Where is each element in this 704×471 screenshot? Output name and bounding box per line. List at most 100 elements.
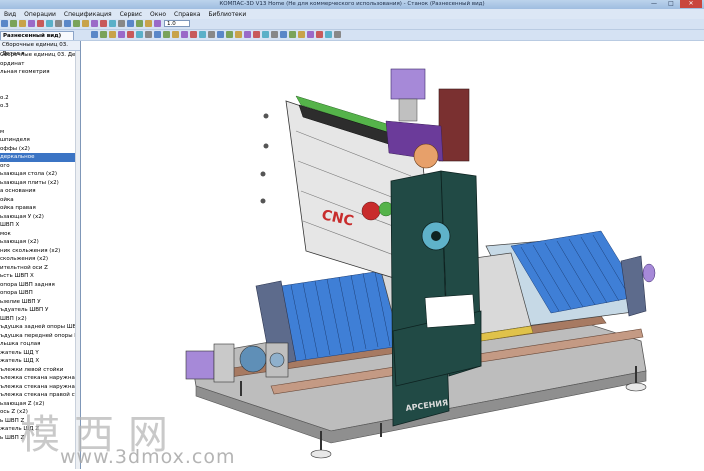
tree-item[interactable]: льная геометрия (0, 68, 76, 77)
toolbar-button-icon[interactable] (109, 31, 116, 38)
zoom-input[interactable]: 1.0 (164, 20, 190, 27)
tree-item[interactable]: оффы (х2) (0, 145, 76, 154)
tree-item[interactable]: ълежки левой стойки (0, 366, 76, 375)
toolbar-button-icon[interactable] (73, 20, 80, 27)
toolbar-button-icon[interactable] (127, 31, 134, 38)
toolbar-button-icon[interactable] (64, 20, 71, 27)
toolbar-button-icon[interactable] (208, 31, 215, 38)
toolbar-button-icon[interactable] (199, 31, 206, 38)
toolbar-button-icon[interactable] (154, 31, 161, 38)
tree-item[interactable]: ьсть ШВП Х (0, 272, 76, 281)
toolbar-button-icon[interactable] (253, 31, 260, 38)
toolbar-button-icon[interactable] (298, 31, 305, 38)
tree-item[interactable]: ълежка стекана правой стойки (0, 391, 76, 400)
tree-item[interactable]: жатель ШД X (0, 357, 76, 366)
tree-item[interactable]: ълежка стекана наружная (0, 374, 76, 383)
tree-item[interactable] (0, 77, 76, 86)
menu-help[interactable]: Справка (170, 11, 204, 18)
tree-item[interactable]: о.2 (0, 94, 76, 103)
toolbar-button-icon[interactable] (217, 31, 224, 38)
menu-libraries[interactable]: Библиотеки (204, 11, 250, 18)
toolbar-button-icon[interactable] (100, 31, 107, 38)
tree-panel-header[interactable]: Сборочные единиц 03. Детал ▾ (0, 41, 80, 57)
toolbar-button-icon[interactable] (127, 20, 134, 27)
tree-item[interactable] (0, 119, 76, 128)
tree-item[interactable]: м (0, 128, 76, 137)
tree-item[interactable]: опора ШВП задняя (0, 281, 76, 290)
toolbar-button-icon[interactable] (316, 31, 323, 38)
tree-item[interactable]: ординат (0, 60, 76, 69)
tree-item[interactable] (0, 85, 76, 94)
toolbar-button-icon[interactable] (145, 20, 152, 27)
toolbar-button-icon[interactable] (136, 31, 143, 38)
tree-item[interactable]: ник скольжения (х2) (0, 247, 76, 256)
tree-item[interactable]: ого (0, 162, 76, 171)
toolbar-button-icon[interactable] (334, 31, 341, 38)
toolbar-button-icon[interactable] (118, 31, 125, 38)
toolbar-button-icon[interactable] (1, 20, 8, 27)
tree-item[interactable]: опора ШВП (0, 289, 76, 298)
tree-item[interactable]: шпинделя (0, 136, 76, 145)
tree-item[interactable]: ойка правая (0, 204, 76, 213)
toolbar-button-icon[interactable] (145, 31, 152, 38)
toolbar-button-icon[interactable] (82, 20, 89, 27)
tree-item[interactable]: ълежка стекана наружная (0, 383, 76, 392)
toolbar-button-icon[interactable] (109, 20, 116, 27)
toolbar-button-icon[interactable] (289, 31, 296, 38)
toolbar-button-icon[interactable] (28, 20, 35, 27)
toolbar-button-icon[interactable] (91, 31, 98, 38)
tree-item[interactable]: ьзающая (х2) (0, 238, 76, 247)
tree-item[interactable]: деркальное (0, 153, 76, 162)
toolbar-button-icon[interactable] (262, 31, 269, 38)
toolbar-button-icon[interactable] (244, 31, 251, 38)
menu-service[interactable]: Сервис (116, 11, 146, 18)
toolbar-button-icon[interactable] (91, 20, 98, 27)
tree-item[interactable]: а основания (0, 187, 76, 196)
tree-item[interactable]: ъдушка задней опоры ШВП (0, 323, 76, 332)
toolbar-button-icon[interactable] (181, 31, 188, 38)
toolbar-button-icon[interactable] (154, 20, 161, 27)
document-tab[interactable]: Разнесенный вид) (0, 31, 74, 40)
tree-item[interactable]: скольжения (х2) (0, 255, 76, 264)
tree-item[interactable] (0, 111, 76, 120)
close-button[interactable]: ✕ (680, 0, 702, 8)
tree-item[interactable]: жатель ШД Y (0, 349, 76, 358)
toolbar-button-icon[interactable] (37, 20, 44, 27)
tree-item[interactable]: ШВП (х2) (0, 315, 76, 324)
toolbar-button-icon[interactable] (46, 20, 53, 27)
tree-item[interactable]: ьзающая плиты (х2) (0, 179, 76, 188)
menu-window[interactable]: Окно (146, 11, 170, 18)
tree-item[interactable]: ойка (0, 196, 76, 205)
tree-item[interactable]: ьзающая У (х2) (0, 213, 76, 222)
menu-view[interactable]: Вид (0, 11, 20, 18)
toolbar-button-icon[interactable] (325, 31, 332, 38)
toolbar-button-icon[interactable] (19, 20, 26, 27)
toolbar-button-icon[interactable] (190, 31, 197, 38)
menu-operations[interactable]: Операции (20, 11, 60, 18)
toolbar-button-icon[interactable] (271, 31, 278, 38)
toolbar-button-icon[interactable] (136, 20, 143, 27)
toolbar-button-icon[interactable] (100, 20, 107, 27)
minimize-button[interactable]: — (646, 0, 662, 8)
toolbar-button-icon[interactable] (226, 31, 233, 38)
toolbar-button-icon[interactable] (235, 31, 242, 38)
maximize-button[interactable]: □ (663, 0, 679, 8)
tree-item[interactable]: Сборочные единиц 03. Детал (0, 51, 76, 60)
tree-item[interactable]: ьзелие ШВП У (0, 298, 76, 307)
toolbar-button-icon[interactable] (10, 20, 17, 27)
tree-item[interactable]: о.3 (0, 102, 76, 111)
toolbar-button-icon[interactable] (118, 20, 125, 27)
tree-item[interactable]: ительтной оси Z (0, 264, 76, 273)
toolbar-button-icon[interactable] (280, 31, 287, 38)
tree-item[interactable]: льшка гоцлая (0, 340, 76, 349)
toolbar-button-icon[interactable] (55, 20, 62, 27)
toolbar-button-icon[interactable] (172, 31, 179, 38)
tree-item[interactable]: мок (0, 230, 76, 239)
tree-item[interactable]: ШВП Х (0, 221, 76, 230)
toolbar-button-icon[interactable] (307, 31, 314, 38)
menu-specification[interactable]: Спецификация (60, 11, 116, 18)
tree-item[interactable]: ьзающая стола (х2) (0, 170, 76, 179)
tree-item[interactable]: ъдушка передней опоры ШВП (0, 332, 76, 341)
tree-item[interactable]: ъдуатель ШВП У (0, 306, 76, 315)
toolbar-button-icon[interactable] (163, 31, 170, 38)
